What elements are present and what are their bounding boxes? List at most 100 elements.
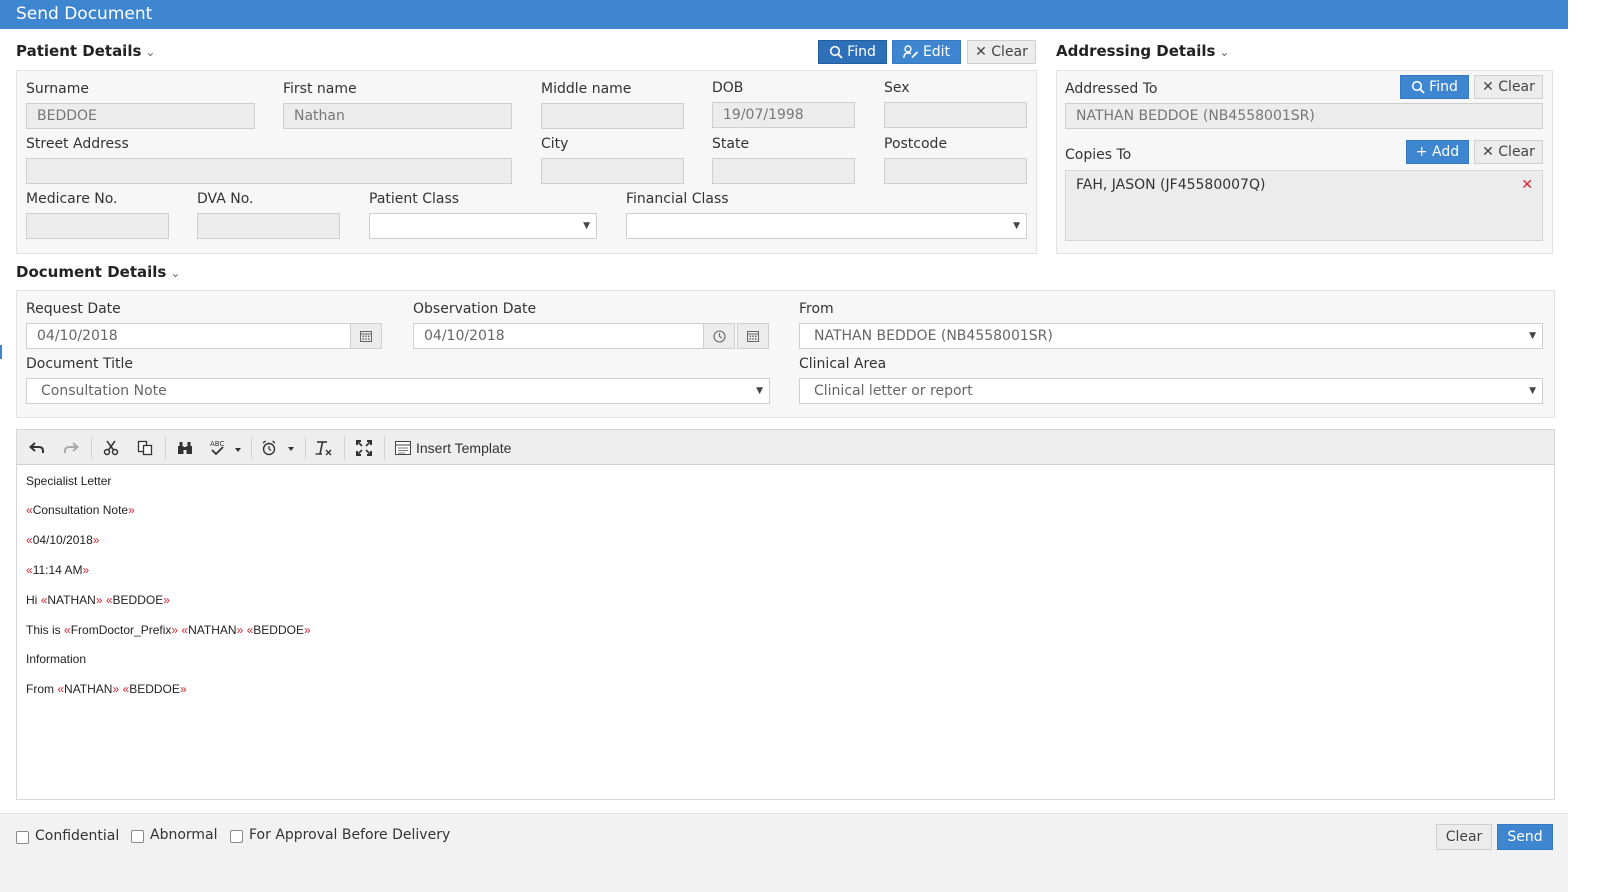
left-edge-marker xyxy=(0,345,2,359)
postcode-field[interactable] xyxy=(884,158,1027,184)
addressed-to-field[interactable]: NATHAN BEDDOE (NB4558001SR) xyxy=(1065,103,1543,129)
maximize-icon[interactable] xyxy=(354,438,374,458)
document-details-header[interactable]: Document Details ⌄ xyxy=(16,263,180,281)
patient-clear-label: Clear xyxy=(991,44,1028,60)
from-label: From xyxy=(799,301,834,317)
dva-field[interactable] xyxy=(197,213,340,239)
copies-to-add-label: Add xyxy=(1432,144,1460,160)
search-icon xyxy=(830,45,843,59)
document-title-label: Document Title xyxy=(26,356,133,372)
dob-field[interactable]: 19/07/1998 xyxy=(712,102,855,128)
dob-label: DOB xyxy=(712,80,744,96)
abnormal-checkbox[interactable] xyxy=(131,830,144,843)
redo-icon[interactable] xyxy=(61,438,81,458)
search-icon xyxy=(1412,80,1425,94)
city-field[interactable] xyxy=(541,158,684,184)
request-date-label: Request Date xyxy=(26,301,121,317)
state-label: State xyxy=(712,136,750,152)
patient-find-label: Find xyxy=(847,44,876,60)
copy-icon[interactable] xyxy=(135,438,155,458)
surname-label: Surname xyxy=(26,81,89,97)
middle-name-field[interactable] xyxy=(541,103,684,129)
copies-to-add-button[interactable]: + Add xyxy=(1406,140,1469,164)
dropdown-arrow-icon: ▼ xyxy=(1013,221,1020,231)
document-title-select[interactable]: Consultation Note ▼ xyxy=(26,378,770,404)
dropdown-arrow-icon: ▼ xyxy=(756,386,763,396)
insert-time-dropdown-icon[interactable] xyxy=(259,438,297,458)
undo-icon[interactable] xyxy=(27,438,47,458)
copies-to-clear-button[interactable]: ✕ Clear xyxy=(1474,140,1543,164)
editor-line-from: From «NATHAN» «BEDDOE» xyxy=(26,682,187,696)
insert-template-label: Insert Template xyxy=(416,440,512,456)
addressing-details-header[interactable]: Addressing Details ⌄ xyxy=(1056,42,1229,60)
abnormal-label: Abnormal xyxy=(150,827,218,843)
patient-details-title: Patient Details xyxy=(16,42,142,60)
patient-class-select[interactable]: ▼ xyxy=(369,213,597,239)
clinical-area-select[interactable]: Clinical letter or report ▼ xyxy=(799,378,1543,404)
first-name-field[interactable]: Nathan xyxy=(283,103,512,129)
footer-clear-button[interactable]: Clear xyxy=(1436,824,1492,850)
approval-checkbox[interactable] xyxy=(230,830,243,843)
close-icon: ✕ xyxy=(975,44,987,60)
request-date-field[interactable]: 04/10/2018 xyxy=(26,323,351,349)
plus-icon: + xyxy=(1415,144,1428,160)
financial-class-label: Financial Class xyxy=(626,191,729,207)
observation-time-button[interactable] xyxy=(703,323,735,349)
patient-edit-button[interactable]: Edit xyxy=(892,40,961,64)
toolbar-separator xyxy=(344,437,345,459)
confidential-label: Confidential xyxy=(35,828,120,844)
editor-line-title: «Consultation Note» xyxy=(26,503,135,517)
remove-copy-icon[interactable]: ✕ xyxy=(1521,177,1533,193)
cut-icon[interactable] xyxy=(101,438,121,458)
copies-to-list: FAH, JASON (JF45580007Q) ✕ xyxy=(1065,170,1543,241)
street-address-field[interactable] xyxy=(26,158,512,184)
document-title-value: Consultation Note xyxy=(41,383,167,399)
calendar-icon xyxy=(360,331,372,342)
patient-details-header[interactable]: Patient Details ⌄ xyxy=(16,42,155,60)
patient-find-button[interactable]: Find xyxy=(818,40,887,64)
dropdown-arrow-icon: ▼ xyxy=(1529,386,1536,396)
observation-date-calendar-button[interactable] xyxy=(737,323,769,349)
clinical-area-label: Clinical Area xyxy=(799,356,887,372)
send-button[interactable]: Send xyxy=(1497,824,1553,850)
addressed-to-find-button[interactable]: Find xyxy=(1400,75,1469,99)
medicare-field[interactable] xyxy=(26,213,169,239)
sex-field[interactable] xyxy=(884,102,1027,128)
toolbar-separator xyxy=(384,437,385,459)
confidential-checkbox[interactable] xyxy=(16,831,29,844)
close-icon: ✕ xyxy=(1482,79,1494,95)
state-field[interactable] xyxy=(712,158,855,184)
surname-field[interactable]: BEDDOE xyxy=(26,103,255,129)
document-editor[interactable]: Specialist Letter «Consultation Note» «0… xyxy=(16,465,1555,800)
financial-class-select[interactable]: ▼ xyxy=(626,213,1027,239)
find-binoculars-icon[interactable] xyxy=(175,438,195,458)
dropdown-arrow-icon: ▼ xyxy=(583,221,590,231)
addressed-to-clear-label: Clear xyxy=(1498,79,1535,95)
first-name-label: First name xyxy=(283,81,357,97)
medicare-label: Medicare No. xyxy=(26,191,118,207)
editor-line-intro: This is «FromDoctor_Prefix» «NATHAN» «BE… xyxy=(26,623,311,637)
editor-line-heading: Specialist Letter xyxy=(26,474,112,488)
clinical-area-value: Clinical letter or report xyxy=(814,383,973,399)
toolbar-separator xyxy=(305,437,306,459)
insert-template-button[interactable]: Insert Template xyxy=(395,438,513,458)
patient-clear-button[interactable]: ✕ Clear xyxy=(967,40,1036,64)
approval-label: For Approval Before Delivery xyxy=(249,827,451,843)
addressing-details-title: Addressing Details xyxy=(1056,42,1216,60)
from-select[interactable]: NATHAN BEDDOE (NB4558001SR) ▼ xyxy=(799,323,1543,349)
edit-user-icon xyxy=(903,45,919,59)
editor-line-greeting: Hi «NATHAN» «BEDDOE» xyxy=(26,593,170,607)
request-date-calendar-button[interactable] xyxy=(350,323,382,349)
calendar-icon xyxy=(747,331,759,342)
addressed-to-clear-button[interactable]: ✕ Clear xyxy=(1474,75,1543,99)
street-address-label: Street Address xyxy=(26,136,129,152)
observation-date-label: Observation Date xyxy=(413,301,537,317)
editor-line-information: Information xyxy=(26,652,87,666)
document-details-title: Document Details xyxy=(16,263,167,281)
copies-to-clear-label: Clear xyxy=(1498,144,1535,160)
template-icon xyxy=(395,441,411,455)
spellcheck-dropdown-icon[interactable]: ABC xyxy=(207,438,243,458)
chevron-down-icon: ⌄ xyxy=(170,266,181,280)
observation-date-field[interactable]: 04/10/2018 xyxy=(413,323,704,349)
clear-formatting-icon[interactable] xyxy=(314,438,334,458)
